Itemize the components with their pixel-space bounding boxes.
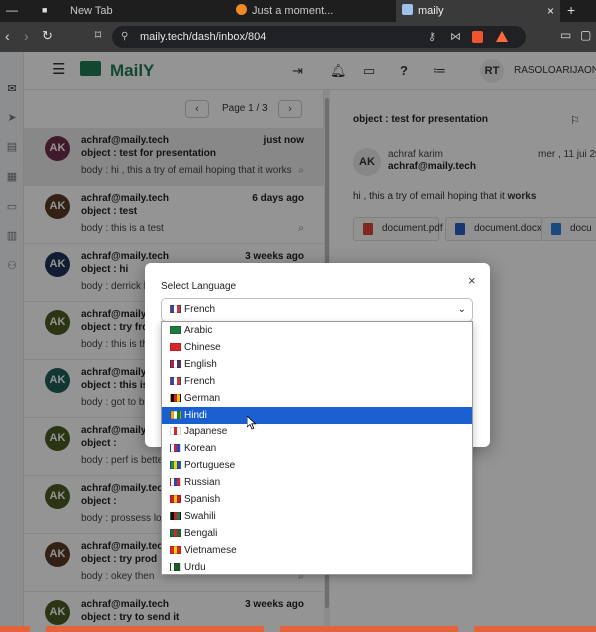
option-label: Arabic	[184, 325, 213, 336]
vietnamese-flag-icon	[170, 545, 181, 554]
language-option-korean[interactable]: Korean	[162, 440, 472, 457]
share-icon[interactable]: ⋈	[450, 26, 461, 48]
site-info-icon[interactable]: ⚲	[121, 26, 128, 48]
option-label: Chinese	[184, 341, 221, 353]
modal-title: Select Language	[161, 281, 237, 292]
tab-label: Just a moment...	[252, 5, 334, 17]
bottom-strip	[0, 626, 596, 632]
tab-just-a-moment[interactable]: Just a moment...	[230, 0, 390, 22]
tab-label: maily	[418, 5, 444, 17]
wallet-icon[interactable]: ▢	[580, 28, 591, 42]
brave-rewards-icon[interactable]	[496, 31, 508, 42]
minimize-button[interactable]: —	[6, 3, 18, 17]
arabic-flag-icon	[170, 326, 181, 334]
option-label: Vietnamese	[184, 544, 237, 556]
language-option-swahili[interactable]: Swahili	[162, 508, 472, 525]
language-option-hindi[interactable]: Hindi	[162, 406, 472, 424]
chevron-down-icon: ⌄	[457, 304, 466, 315]
option-label: Portuguese	[184, 460, 236, 472]
browser-toolbar: ‹ › ↻ ⌑ ⚲ maily.tech/dash/inbox/804 ⚷ ⋈ …	[0, 22, 596, 52]
swahili-flag-icon	[170, 511, 181, 520]
bengali-flag-icon	[170, 528, 181, 537]
option-label: Japanese	[184, 426, 228, 438]
language-select[interactable]: French ⌄	[161, 298, 473, 322]
reload-icon[interactable]: ↻	[42, 28, 53, 44]
strip-segment	[280, 626, 458, 632]
mouse-cursor-icon	[247, 416, 257, 430]
language-option-russian[interactable]: Russian	[162, 474, 472, 491]
language-option-urdu[interactable]: Urdu	[162, 559, 472, 574]
forward-icon[interactable]: ›	[24, 28, 29, 44]
sidebar-toggle-icon[interactable]: ▭	[560, 28, 571, 42]
bookmark-icon[interactable]: ⌑	[95, 28, 101, 42]
strip-segment	[46, 626, 264, 632]
korean-flag-icon	[170, 444, 181, 453]
strip-segment	[0, 626, 30, 632]
language-option-vietnamese[interactable]: Vietnamese	[162, 542, 472, 559]
option-label: Korean	[184, 443, 217, 455]
close-icon[interactable]: ×	[468, 273, 476, 288]
site-favicon-icon	[402, 4, 413, 15]
selected-language: French	[184, 304, 216, 315]
option-label: Hindi	[184, 409, 207, 421]
option-label: Russian	[184, 477, 221, 489]
language-option-english[interactable]: English	[162, 356, 472, 373]
language-option-spanish[interactable]: Spanish	[162, 491, 472, 508]
language-option-german[interactable]: German	[162, 390, 472, 407]
language-option-chinese[interactable]: Chinese	[162, 339, 472, 356]
strip-segment	[474, 626, 596, 632]
spanish-flag-icon	[170, 495, 181, 503]
option-label: English	[184, 358, 217, 370]
option-label: Bengali	[184, 527, 218, 539]
urdu-flag-icon	[170, 562, 181, 571]
english-flag-icon	[170, 359, 181, 368]
tab-label: New Tab	[70, 5, 113, 17]
chinese-flag-icon	[170, 342, 181, 351]
key-icon[interactable]: ⚷	[428, 26, 436, 48]
maximize-button[interactable]: ■	[42, 5, 47, 15]
option-label: Urdu	[184, 561, 206, 573]
language-option-french[interactable]: French	[162, 373, 472, 390]
back-icon[interactable]: ‹	[5, 28, 10, 44]
option-label: Swahili	[184, 510, 216, 522]
option-label: French	[184, 375, 216, 387]
language-dropdown: Arabic Chinese English French German Hindi Jap…	[161, 321, 473, 575]
french-flag-icon	[170, 305, 181, 313]
russian-flag-icon	[170, 478, 181, 487]
url-input[interactable]: ⚲ maily.tech/dash/inbox/804 ⚷ ⋈	[112, 26, 526, 48]
tab-new-tab[interactable]: New Tab	[64, 0, 224, 22]
new-tab-button[interactable]: +	[567, 2, 575, 18]
language-option-bengali[interactable]: Bengali	[162, 525, 472, 542]
language-option-arabic[interactable]: Arabic	[162, 322, 472, 339]
tab-close-icon[interactable]: ×	[547, 0, 554, 22]
tab-maily[interactable]: maily ×	[396, 0, 560, 22]
language-option-japanese[interactable]: Japanese	[162, 423, 472, 440]
hindi-flag-icon	[170, 410, 181, 419]
url-text: maily.tech/dash/inbox/804	[140, 31, 267, 43]
loading-icon	[236, 4, 247, 15]
french-flag-icon	[170, 376, 181, 385]
german-flag-icon	[170, 393, 181, 402]
option-label: Spanish	[184, 494, 221, 505]
browser-tab-bar: — ■ New Tab Just a moment... maily × +	[0, 0, 596, 22]
brave-shield-icon[interactable]	[472, 31, 483, 43]
japanese-flag-icon	[170, 427, 181, 436]
language-option-portuguese[interactable]: Portuguese	[162, 457, 472, 474]
option-label: German	[184, 392, 221, 404]
portuguese-flag-icon	[170, 461, 181, 470]
